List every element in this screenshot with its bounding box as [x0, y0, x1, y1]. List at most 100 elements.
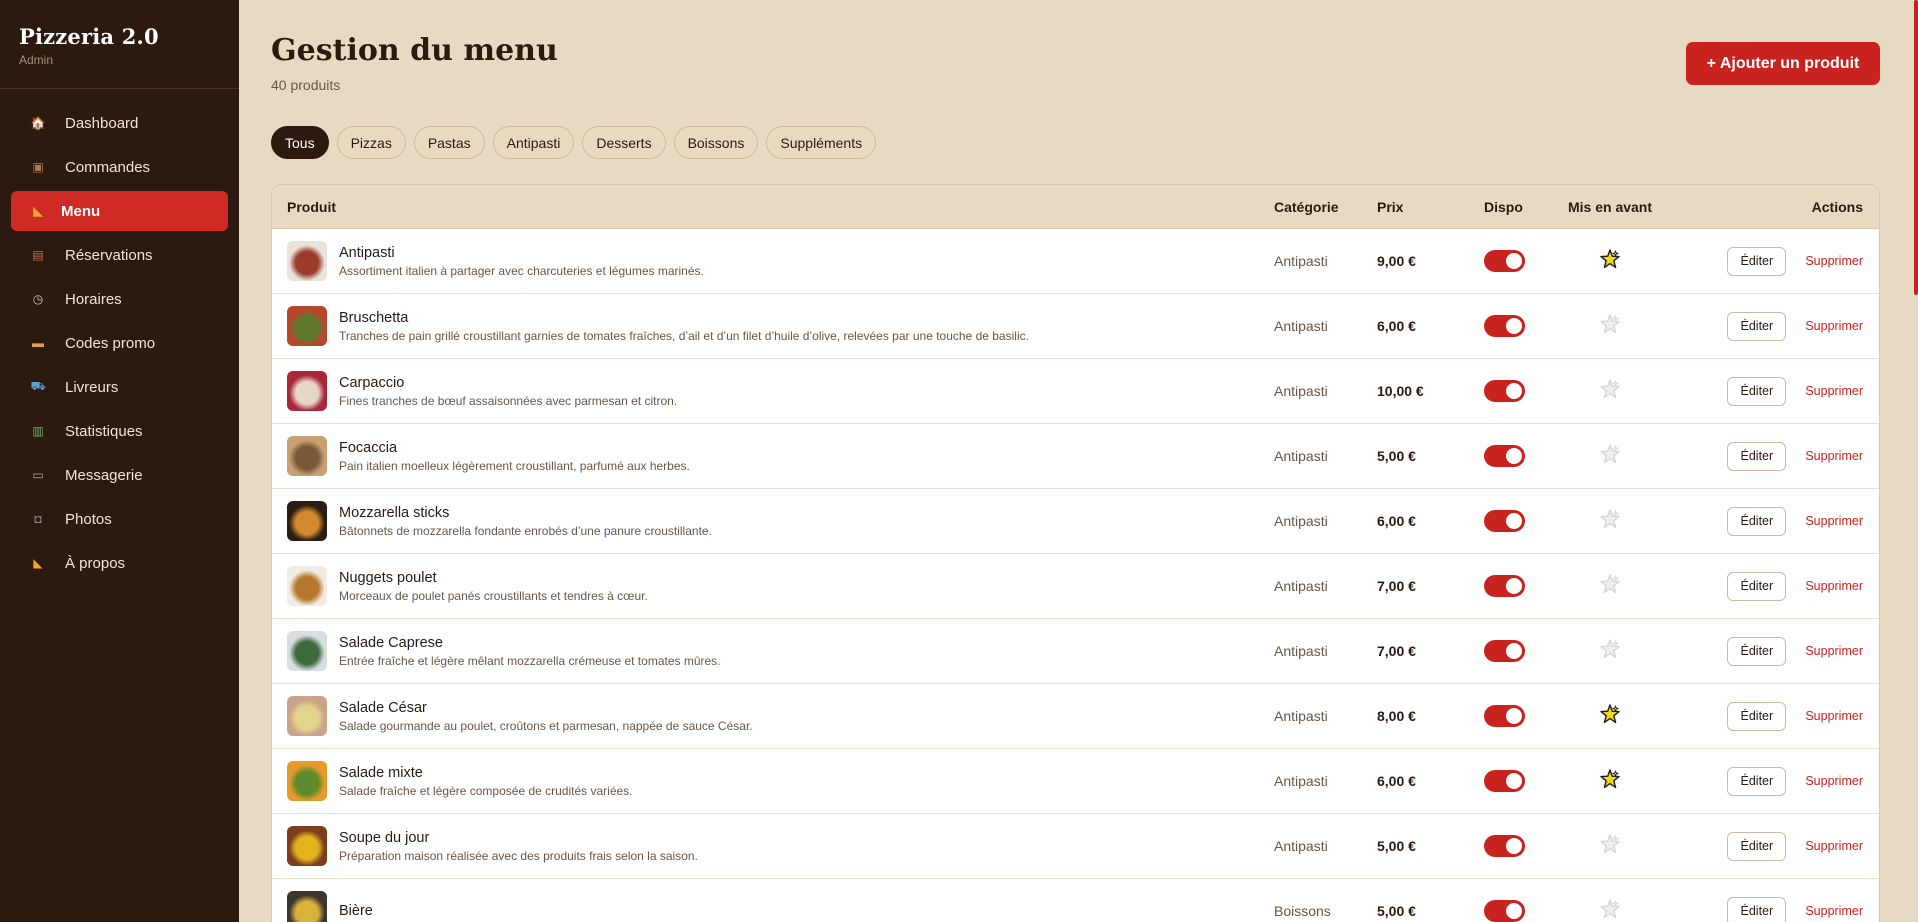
product-thumbnail — [287, 631, 327, 671]
edit-button[interactable]: Éditer — [1727, 571, 1787, 601]
delete-button[interactable]: Supprimer — [1805, 579, 1863, 593]
sidebar-item-codes-promo[interactable]: ▬ Codes promo — [11, 323, 228, 363]
delete-button[interactable]: Supprimer — [1805, 839, 1863, 853]
ticket-icon: ▬ — [32, 336, 44, 350]
table-row: Soupe du jour Préparation maison réalisée… — [272, 814, 1879, 879]
availability-toggle[interactable] — [1484, 640, 1525, 662]
product-name: Soupe du jour — [339, 829, 430, 846]
delete-button[interactable]: Supprimer — [1805, 774, 1863, 788]
sidebar-item-statistiques[interactable]: ▥ Statistiques — [11, 411, 228, 451]
delete-button[interactable]: Supprimer — [1805, 449, 1863, 463]
availability-toggle[interactable] — [1484, 250, 1525, 272]
availability-toggle[interactable] — [1484, 705, 1525, 727]
page-scrollbar[interactable] — [1914, 0, 1918, 295]
featured-star-icon[interactable] — [1599, 443, 1621, 465]
chat-icon: ▭ — [32, 468, 44, 482]
sidebar-item-messagerie[interactable]: ▭ Messagerie — [11, 455, 228, 495]
featured-star-icon[interactable] — [1599, 768, 1621, 790]
featured-star-icon[interactable] — [1599, 378, 1621, 400]
edit-button[interactable]: Éditer — [1727, 441, 1787, 471]
featured-star-icon[interactable] — [1599, 573, 1621, 595]
tab-pizzas[interactable]: Pizzas — [336, 126, 406, 159]
tab-antipasti[interactable]: Antipasti — [492, 126, 575, 159]
availability-toggle[interactable] — [1484, 315, 1525, 337]
featured-star-icon[interactable] — [1599, 313, 1621, 335]
featured-star-icon[interactable] — [1599, 638, 1621, 660]
sidebar-item-livreurs[interactable]: ⛟ Livreurs — [11, 367, 228, 407]
sidebar-item-menu[interactable]: ◣ Menu — [11, 191, 228, 231]
calendar-icon: ▤ — [32, 248, 44, 262]
availability-toggle[interactable] — [1484, 770, 1525, 792]
brand-title: Pizzeria 2.0 — [19, 24, 159, 49]
sidebar-item-label: Photos — [65, 510, 112, 528]
tab-boissons[interactable]: Boissons — [673, 126, 759, 159]
sidebar-item-label: Messagerie — [65, 466, 143, 484]
product-thumbnail — [287, 826, 327, 866]
edit-button[interactable]: Éditer — [1727, 766, 1787, 796]
edit-button[interactable]: Éditer — [1727, 896, 1787, 922]
product-description: Fines tranches de bœuf assaisonnées avec… — [339, 393, 678, 408]
delete-button[interactable]: Supprimer — [1805, 514, 1863, 528]
product-description: Assortiment italien à partager avec char… — [339, 263, 704, 278]
sidebar-item-dashboard[interactable]: 🏠 Dashboard — [11, 103, 228, 143]
sidebar: Pizzeria 2.0 Admin 🏠 Dashboard ▣ Commandes ◣… — [0, 0, 239, 922]
sidebar-item-horaires[interactable]: ◷ Horaires — [11, 279, 228, 319]
product-cell: Antipasti Assortiment italien à partager … — [272, 241, 1274, 281]
tab-desserts[interactable]: Desserts — [582, 126, 666, 159]
availability-toggle[interactable] — [1484, 575, 1525, 597]
delete-button[interactable]: Supprimer — [1805, 254, 1863, 268]
product-price: 5,00 € — [1377, 903, 1416, 919]
tab-pastas[interactable]: Pastas — [413, 126, 485, 159]
edit-button[interactable]: Éditer — [1727, 506, 1787, 536]
sidebar-item-photos[interactable]: ◘ Photos — [11, 499, 228, 539]
product-category: Antipasti — [1274, 448, 1328, 464]
product-description: Préparation maison réalisée avec des pro… — [339, 848, 698, 863]
availability-toggle[interactable] — [1484, 835, 1525, 857]
product-cell: Focaccia Pain italien moelleux légèrement… — [272, 436, 1274, 476]
availability-toggle[interactable] — [1484, 380, 1525, 402]
product-name: Mozzarella sticks — [339, 504, 450, 521]
bar-chart-icon: ▥ — [32, 424, 44, 438]
edit-button[interactable]: Éditer — [1727, 376, 1787, 406]
tab-tous[interactable]: Tous — [271, 126, 329, 159]
availability-toggle[interactable] — [1484, 510, 1525, 532]
product-category: Antipasti — [1274, 318, 1328, 334]
availability-toggle[interactable] — [1484, 445, 1525, 467]
featured-star-icon[interactable] — [1599, 703, 1621, 725]
delete-button[interactable]: Supprimer — [1805, 384, 1863, 398]
sidebar-item--propos[interactable]: ◣ À propos — [11, 543, 228, 583]
edit-button[interactable]: Éditer — [1727, 701, 1787, 731]
col-category: Catégorie — [1274, 198, 1339, 215]
product-category: Boissons — [1274, 903, 1331, 919]
edit-button[interactable]: Éditer — [1727, 311, 1787, 341]
sidebar-item-label: Statistiques — [65, 422, 143, 440]
product-category: Antipasti — [1274, 773, 1328, 789]
table-row: Salade César Salade gourmande au poulet, … — [272, 684, 1879, 749]
table-row: Nuggets poulet Morceaux de poulet panés c… — [272, 554, 1879, 619]
featured-star-icon[interactable] — [1599, 248, 1621, 270]
product-thumbnail — [287, 761, 327, 801]
col-actions: Actions — [1811, 198, 1863, 215]
product-category: Antipasti — [1274, 643, 1328, 659]
product-cell: Carpaccio Fines tranches de bœuf assaison… — [272, 371, 1274, 411]
featured-star-icon[interactable] — [1599, 898, 1621, 920]
delete-button[interactable]: Supprimer — [1805, 904, 1863, 918]
edit-button[interactable]: Éditer — [1727, 246, 1787, 276]
sidebar-item-r-servations[interactable]: ▤ Réservations — [11, 235, 228, 275]
sidebar-item-label: Dashboard — [65, 114, 139, 132]
edit-button[interactable]: Éditer — [1727, 636, 1787, 666]
tab-suppl-ments[interactable]: Suppléments — [766, 126, 877, 159]
product-thumbnail — [287, 371, 327, 411]
featured-star-icon[interactable] — [1599, 508, 1621, 530]
sidebar-item-commandes[interactable]: ▣ Commandes — [11, 147, 228, 187]
delete-button[interactable]: Supprimer — [1805, 319, 1863, 333]
edit-button[interactable]: Éditer — [1727, 831, 1787, 861]
delete-button[interactable]: Supprimer — [1805, 644, 1863, 658]
sidebar-item-label: Réservations — [65, 246, 153, 264]
product-thumbnail — [287, 696, 327, 736]
add-product-button[interactable]: + Ajouter un produit — [1686, 42, 1880, 85]
availability-toggle[interactable] — [1484, 900, 1525, 922]
delete-button[interactable]: Supprimer — [1805, 709, 1863, 723]
featured-star-icon[interactable] — [1599, 833, 1621, 855]
box-icon: ▣ — [32, 160, 44, 174]
